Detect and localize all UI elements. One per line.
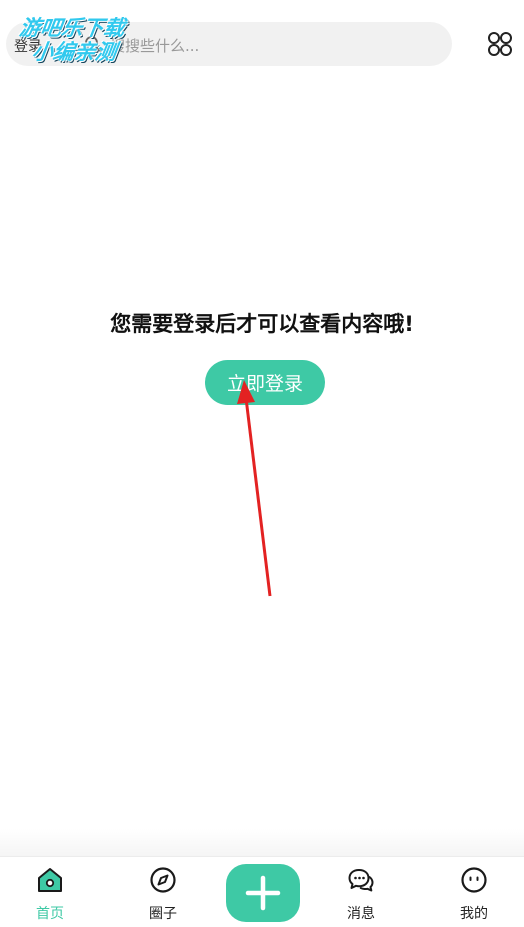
watermark-logo: 游吧乐下载 小编亲测 [8, 10, 156, 68]
nav-label-circle: 圈子 [149, 906, 177, 922]
plus-icon [245, 875, 281, 911]
nav-label-mine: 我的 [460, 906, 488, 922]
grid-icon[interactable] [487, 31, 513, 57]
add-post-button[interactable] [226, 864, 300, 922]
nav-label-messages: 消息 [347, 906, 375, 922]
nav-label-home: 首页 [36, 906, 64, 922]
nav-item-home[interactable]: 首页 [10, 857, 90, 927]
nav-item-circle[interactable]: 圈子 [123, 857, 203, 927]
compass-icon [150, 867, 176, 893]
bottom-fade [0, 828, 524, 856]
login-now-button[interactable]: 立即登录 [205, 360, 325, 405]
face-icon [461, 867, 487, 893]
chat-icon [348, 869, 374, 892]
login-required-message: 您需要登录后才可以查看内容哦! [110, 312, 414, 336]
home-icon [38, 868, 62, 892]
nav-item-messages[interactable]: 消息 [321, 857, 401, 927]
nav-item-mine[interactable]: 我的 [434, 857, 514, 927]
watermark-line-2: 小编亲测 [30, 40, 118, 64]
annotation-arrow [237, 380, 272, 597]
top-bar: 登录 搜搜些什么... 游吧乐下载 小编亲测 [0, 0, 524, 90]
